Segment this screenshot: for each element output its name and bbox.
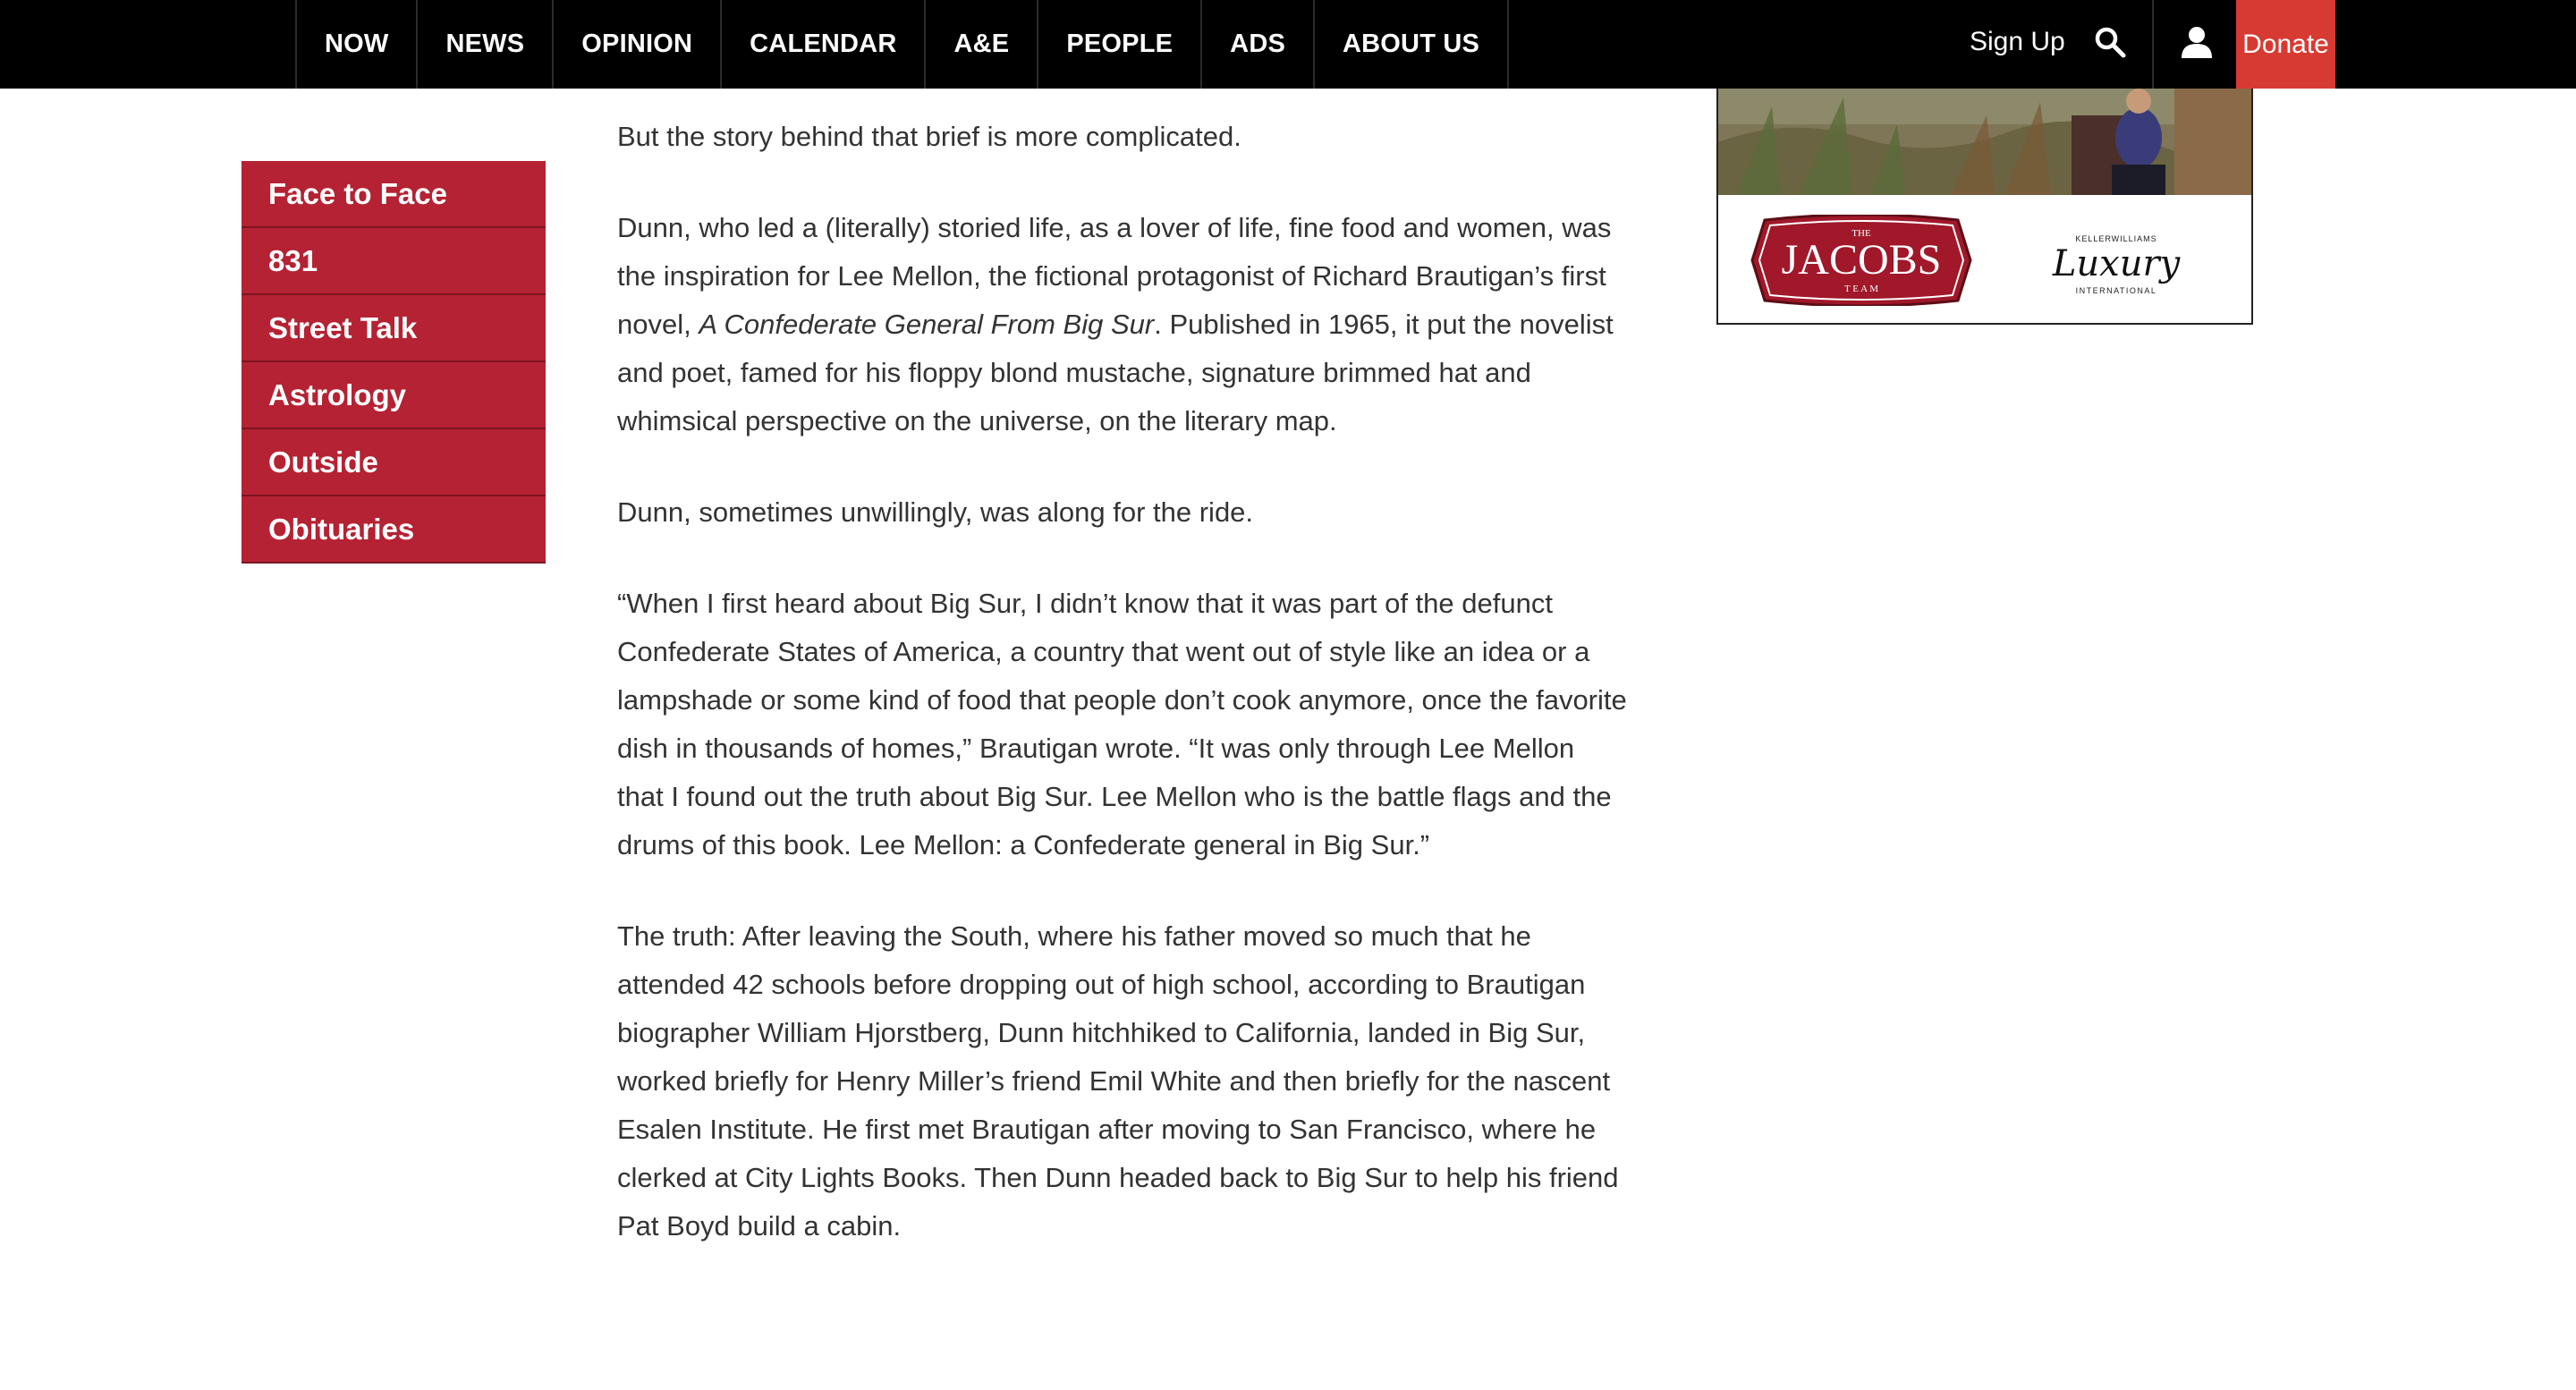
sidebar-item-obituaries[interactable]: Obituaries xyxy=(242,496,546,564)
logo-text-team: T E A M xyxy=(1844,284,1878,294)
keller-williams-luxury-logo: KELLERWILLIAMS Luxury INTERNATIONAL xyxy=(2052,234,2182,295)
nav-item-opinion[interactable]: OPINION xyxy=(552,0,720,89)
nav-item-calendar[interactable]: CALENDAR xyxy=(720,0,924,89)
sidebar-item-face-to-face[interactable]: Face to Face xyxy=(242,161,546,228)
sidebar-item-astrology[interactable]: Astrology xyxy=(242,362,546,429)
logo-text-international: INTERNATIONAL xyxy=(2076,286,2157,295)
article-paragraph: The truth: After leaving the South, wher… xyxy=(617,920,1619,1242)
user-icon[interactable] xyxy=(2180,25,2214,59)
nav-item-about-us[interactable]: ABOUT US xyxy=(1313,0,1510,89)
logo-text-jacobs: JACOBS xyxy=(1782,236,1942,284)
nav-item-now[interactable]: NOW xyxy=(295,0,416,89)
donate-button[interactable]: Donate xyxy=(2236,0,2335,89)
article-body: But the story behind that brief is more … xyxy=(617,113,1628,1293)
nav-item-ads[interactable]: ADS xyxy=(1200,0,1313,89)
ad-photo xyxy=(1718,89,2251,195)
top-navigation-bar: NOW NEWS OPINION CALENDAR A&E PEOPLE ADS… xyxy=(0,0,2576,89)
article-paragraph: But the story behind that brief is more … xyxy=(617,121,1241,152)
logo-text-kellerwilliams: KELLERWILLIAMS xyxy=(2075,234,2157,243)
main-nav: NOW NEWS OPINION CALENDAR A&E PEOPLE ADS… xyxy=(295,0,1510,89)
section-sidebar: Face to Face 831 Street Talk Astrology O… xyxy=(242,161,546,564)
sidebar-item-831[interactable]: 831 xyxy=(242,228,546,295)
article-paragraph: Dunn, sometimes unwillingly, was along f… xyxy=(617,496,1254,528)
nav-item-news[interactable]: NEWS xyxy=(416,0,552,89)
sidebar-item-outside[interactable]: Outside xyxy=(242,429,546,496)
article-paragraph: “When I first heard about Big Sur, I did… xyxy=(617,588,1627,860)
book-title: A Confederate General From Big Sur xyxy=(699,309,1155,340)
jacobs-team-logo: THE JACOBS T E A M xyxy=(1750,215,1972,306)
sidebar-item-street-talk[interactable]: Street Talk xyxy=(242,295,546,362)
advertisement[interactable]: THE JACOBS T E A M KELLERWILLIAMS Luxury… xyxy=(1716,89,2253,325)
nav-item-people[interactable]: PEOPLE xyxy=(1037,0,1200,89)
search-icon[interactable] xyxy=(2094,26,2126,58)
nav-item-ae[interactable]: A&E xyxy=(924,0,1037,89)
ad-logos: THE JACOBS T E A M KELLERWILLIAMS Luxury… xyxy=(1718,195,2251,323)
user-divider xyxy=(2152,0,2154,89)
logo-text-luxury: Luxury xyxy=(2052,243,2182,284)
sign-up-link[interactable]: Sign Up xyxy=(1970,27,2065,57)
article-paragraph: Dunn, who led a (literally) storied life… xyxy=(617,204,1628,445)
